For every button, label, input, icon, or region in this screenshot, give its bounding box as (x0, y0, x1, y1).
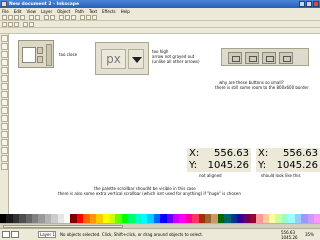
coords-correct: X: 556.63 Y: 1045.26 (256, 148, 320, 172)
paste-icon[interactable] (71, 15, 76, 20)
menu-object[interactable]: Object (57, 9, 70, 14)
small-button-1 (228, 52, 242, 64)
commands-toolbar (0, 14, 320, 21)
calligraphy-tool-icon[interactable] (1, 123, 8, 130)
annotation-extra-vertical: there is also some extra vertical scroll… (58, 191, 241, 196)
tweak-tool-icon[interactable] (1, 51, 8, 58)
annotation-unlike-arrows: (unlike all other arrows) (152, 59, 200, 64)
spin-down-icon (37, 56, 43, 63)
color-palette (0, 214, 320, 223)
spinbox-field (22, 47, 36, 63)
node-tool-icon[interactable] (1, 43, 8, 50)
copy-icon[interactable] (59, 15, 64, 20)
menu-file[interactable]: File (2, 9, 9, 14)
minimize-button[interactable] (299, 1, 305, 7)
coord-x-label: X: (258, 148, 269, 159)
cut-icon[interactable] (65, 15, 70, 20)
undo-icon[interactable] (44, 15, 49, 20)
coord-x-row: X: 556.63 (187, 148, 251, 160)
rotate-icon[interactable] (8, 22, 13, 27)
coord-y-value: 1045.26 (276, 160, 318, 171)
annotation-too-close: too close (59, 52, 78, 57)
menu-text[interactable]: Text (89, 9, 97, 14)
coord-x-value: 556.63 (283, 148, 318, 159)
selector-tool-icon[interactable] (1, 35, 8, 42)
raise-icon[interactable] (23, 22, 28, 27)
paint-bucket-tool-icon[interactable] (1, 163, 8, 170)
zoom-tool-icon[interactable] (1, 59, 8, 66)
coord-x-label: X: (189, 148, 200, 159)
annotation-still-room: there is still some room to the 800x600 … (215, 85, 309, 90)
grip-handle (46, 44, 52, 66)
coord-y-row: Y: 1045.26 (187, 160, 251, 172)
color-swatch[interactable] (313, 214, 320, 223)
coord-x-row: X: 556.63 (256, 148, 320, 160)
zoomed-spinbox-widget (18, 40, 54, 68)
app-icon (1, 1, 7, 7)
coord-y-label: Y: (189, 160, 198, 171)
rect-tool-icon[interactable] (1, 67, 8, 74)
annotation-should-look: should look like this (261, 173, 301, 178)
cursor-y: 1045.26 (281, 235, 298, 240)
zoomed-unit-dropdown: px (95, 42, 149, 75)
zoom-fit-icon[interactable] (92, 15, 97, 20)
menu-effects[interactable]: Effects (102, 9, 116, 14)
window-title: New document 2 - Inkscape (9, 1, 80, 7)
menu-help[interactable]: Help (121, 9, 130, 14)
tool-controls-toolbar (0, 21, 320, 28)
coord-y-value: 1045.26 (207, 160, 249, 171)
coord-y-label: Y: (258, 160, 267, 171)
fill-indicator[interactable] (2, 231, 10, 238)
spin-up-icon (37, 47, 43, 54)
unit-dropdown-value: px (101, 49, 126, 69)
layer-select[interactable]: Layer 1 (38, 231, 56, 238)
new-icon[interactable] (2, 15, 7, 20)
status-bar: Layer 1 No objects selected. Click, Shif… (0, 228, 320, 240)
menu-layer[interactable]: Layer (41, 9, 52, 14)
toolbox (0, 34, 9, 214)
redo-icon[interactable] (50, 15, 55, 20)
menu-view[interactable]: View (26, 9, 36, 14)
dropper-tool-icon[interactable] (1, 155, 8, 162)
pen-tool-icon[interactable] (1, 115, 8, 122)
annotation-not-aligned: not aligned (199, 173, 222, 178)
stroke-indicator[interactable] (11, 231, 19, 238)
zoomed-small-buttons (221, 48, 309, 66)
lower-icon[interactable] (29, 22, 34, 27)
ellipse-tool-icon[interactable] (1, 83, 8, 90)
text-tool-icon[interactable] (1, 131, 8, 138)
coord-x-value: 556.63 (214, 148, 249, 159)
maximize-button[interactable] (306, 1, 312, 7)
star-tool-icon[interactable] (1, 91, 8, 98)
gradient-tool-icon[interactable] (1, 139, 8, 146)
small-button-4 (279, 52, 293, 64)
dropdown-arrow-button (128, 49, 144, 69)
chevron-down-icon (132, 57, 142, 63)
spiral-tool-icon[interactable] (1, 99, 8, 106)
zoom-out-icon[interactable] (86, 15, 91, 20)
small-button-2 (245, 52, 259, 64)
menu-edit[interactable]: Edit (14, 9, 22, 14)
zoom-level[interactable]: 35% (305, 232, 314, 237)
small-button-3 (262, 52, 276, 64)
status-message: No objects selected. Click, Shift+click,… (60, 232, 204, 237)
cursor-coords: 556.63 1045.26 (281, 230, 298, 240)
print-icon[interactable] (20, 15, 25, 20)
select-all-icon[interactable] (2, 22, 7, 27)
import-icon[interactable] (29, 15, 34, 20)
3dbox-tool-icon[interactable] (1, 75, 8, 82)
close-window-button[interactable] (313, 1, 319, 7)
save-icon[interactable] (14, 15, 19, 20)
menu-path[interactable]: Path (75, 9, 84, 14)
open-icon[interactable] (8, 15, 13, 20)
pencil-tool-icon[interactable] (1, 107, 8, 114)
connector-tool-icon[interactable] (1, 147, 8, 154)
title-bar: New document 2 - Inkscape (0, 0, 320, 8)
flip-icon[interactable] (14, 22, 19, 27)
zoom-in-icon[interactable] (80, 15, 85, 20)
export-icon[interactable] (35, 15, 40, 20)
coord-y-row: Y: 1045.26 (256, 160, 320, 172)
coords-not-aligned: X: 556.63 Y: 1045.26 (187, 148, 251, 172)
